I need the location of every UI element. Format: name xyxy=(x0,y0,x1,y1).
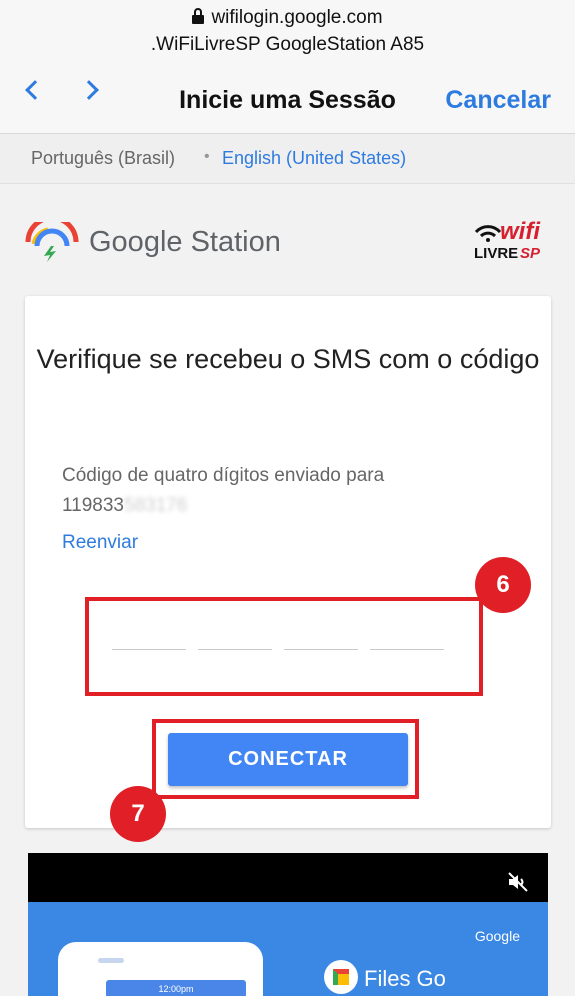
ad-background: 12:00pm Google Files Go xyxy=(28,902,548,996)
sp-word: SP xyxy=(520,245,541,262)
annotation-box-connect xyxy=(152,719,419,799)
ad-files-go-label: Files Go xyxy=(364,966,446,991)
cancel-button[interactable]: Cancelar xyxy=(445,86,551,115)
google-station-wordmark: Google Station xyxy=(89,226,281,258)
mute-icon[interactable] xyxy=(506,870,530,894)
files-go-icon xyxy=(324,960,358,994)
description-text: Código de quatro dígitos enviado para xyxy=(62,465,385,486)
ad-phone-bar: 12:00pm xyxy=(106,980,246,996)
wifi-word: wifi xyxy=(500,218,540,245)
browser-top-bar: wifilogin.google.com .WiFiLivreSP Google… xyxy=(0,0,575,134)
page-subtitle: .WiFiLivreSP GoogleStation A85 xyxy=(150,34,425,55)
resend-link[interactable]: Reenviar xyxy=(62,532,138,554)
google-station-logo-icon xyxy=(25,222,79,262)
annotation-step-6: 6 xyxy=(475,557,531,613)
language-separator: • xyxy=(204,148,210,165)
annotation-step-7: 7 xyxy=(110,786,166,842)
lock-icon xyxy=(192,8,205,24)
ad-phone-illustration: 12:00pm xyxy=(58,942,263,996)
url-text: wifilogin.google.com xyxy=(211,7,383,28)
ad-google-label: Google xyxy=(474,928,520,944)
wifi-icon xyxy=(474,225,502,242)
livre-word: LIVRE xyxy=(474,245,519,262)
annotation-box-code xyxy=(85,597,483,696)
language-bar: Português (Brasil) • English (United Sta… xyxy=(0,134,575,184)
wifi-livre-sp-logo: wifi LIVRE SP xyxy=(470,218,554,264)
card-description: Código de quatro dígitos enviado para 11… xyxy=(62,461,522,521)
phone-number-blurred: 583176 xyxy=(124,495,188,516)
card-title: Verifique se recebeu o SMS com o código xyxy=(36,344,540,374)
language-current: Português (Brasil) xyxy=(31,148,176,168)
video-ad[interactable]: 12:00pm Google Files Go xyxy=(28,853,548,996)
phone-number-visible: 119833 xyxy=(62,495,124,516)
language-english-link[interactable]: English (United States) xyxy=(222,148,406,169)
url-bar[interactable]: wifilogin.google.com xyxy=(0,7,575,29)
